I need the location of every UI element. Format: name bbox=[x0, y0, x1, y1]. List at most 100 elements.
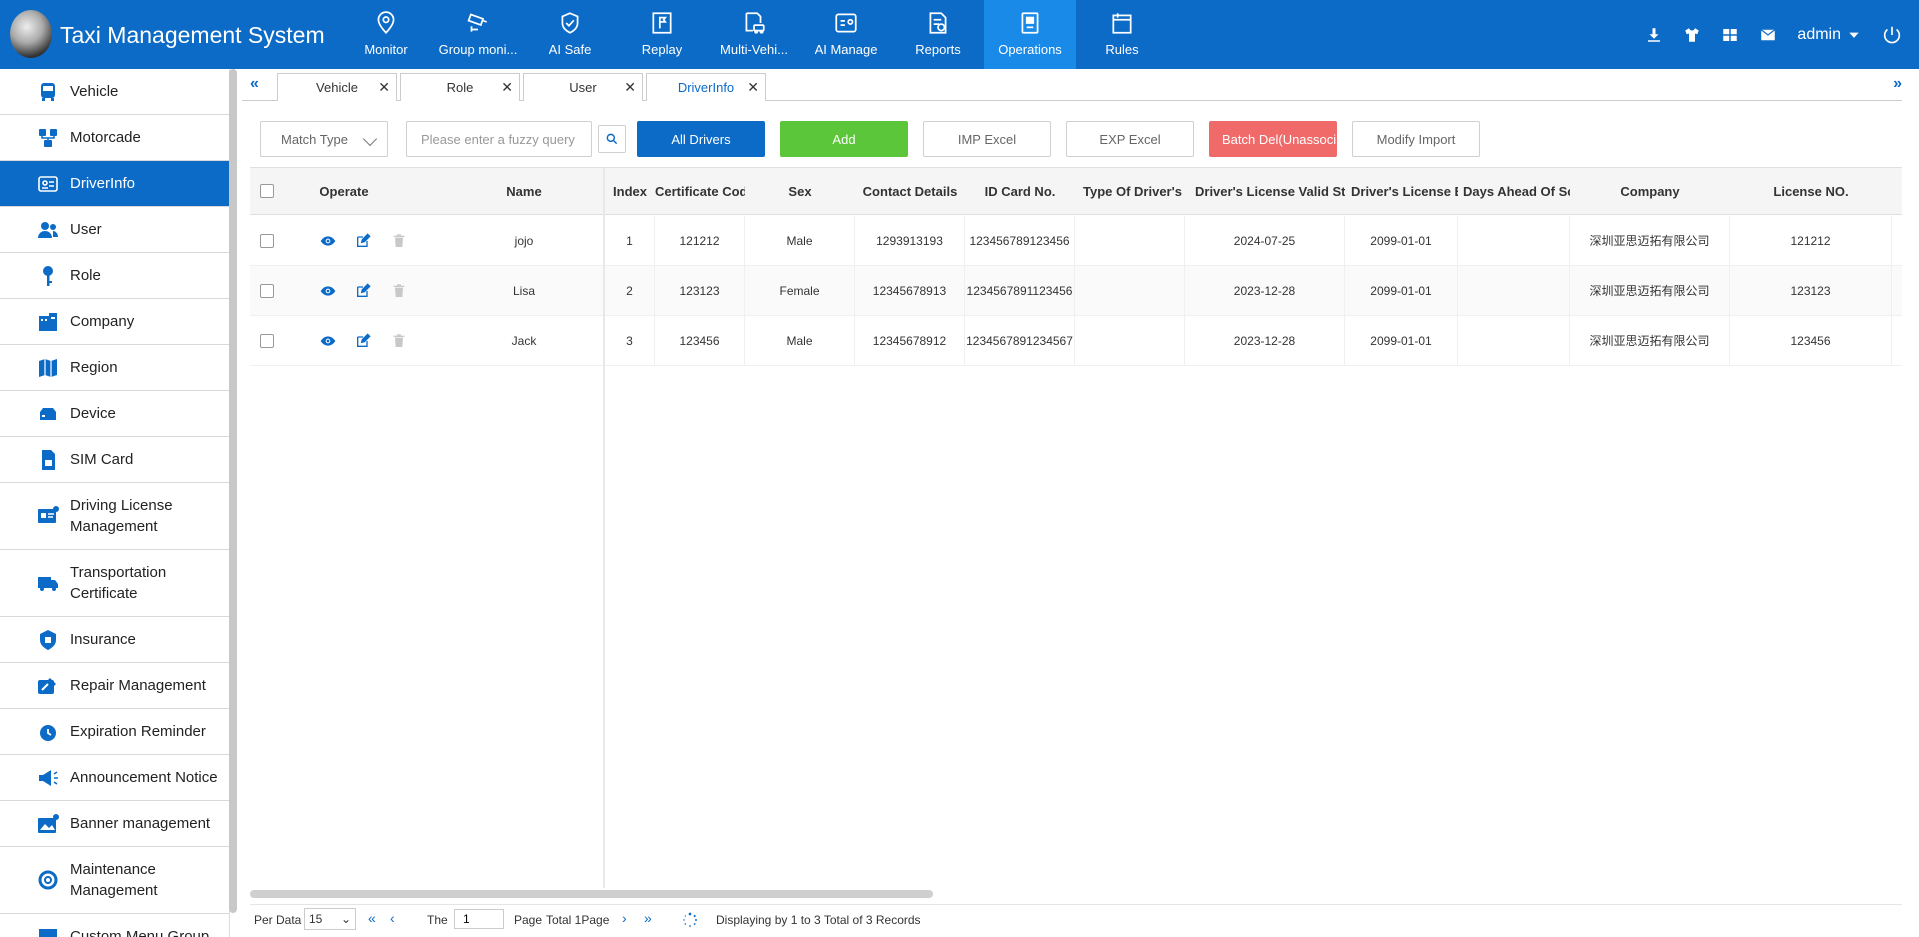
table-horizontal-scrollbar[interactable] bbox=[250, 890, 933, 898]
sidebar-item-role[interactable]: Role bbox=[0, 253, 229, 299]
view-eye-icon[interactable] bbox=[320, 283, 336, 299]
tab-vehicle[interactable]: Vehicle ✕ bbox=[277, 73, 397, 101]
sidebar-item-announcement[interactable]: Announcement Notice bbox=[0, 755, 229, 801]
header-name[interactable]: Name bbox=[444, 168, 604, 215]
close-icon[interactable]: ✕ bbox=[747, 79, 759, 96]
close-icon[interactable]: ✕ bbox=[501, 79, 513, 96]
sidebar-item-company[interactable]: Company bbox=[0, 299, 229, 345]
header-days-ahead[interactable]: Days Ahead Of Schedule bbox=[1458, 168, 1570, 215]
cell-license-type bbox=[1075, 216, 1185, 266]
row-checkbox[interactable] bbox=[260, 284, 274, 298]
close-icon[interactable]: ✕ bbox=[624, 79, 636, 96]
sidebar-item-expiration[interactable]: Expiration Reminder bbox=[0, 709, 229, 755]
header-certificate[interactable]: Certificate Code bbox=[655, 168, 745, 215]
modify-import-button[interactable]: Modify Import bbox=[1352, 121, 1480, 157]
sidebar-item-driverinfo[interactable]: DriverInfo bbox=[0, 161, 229, 207]
select-all-checkbox[interactable] bbox=[260, 184, 274, 198]
close-icon[interactable]: ✕ bbox=[378, 79, 390, 96]
page-size-select[interactable]: 15 ⌄ bbox=[304, 908, 356, 930]
tab-user[interactable]: User ✕ bbox=[523, 73, 643, 101]
view-eye-icon[interactable] bbox=[320, 333, 336, 349]
sidebar-item-maintenance[interactable]: Maintenance Management bbox=[0, 847, 229, 914]
bus-icon bbox=[41, 82, 55, 101]
row-checkbox[interactable] bbox=[260, 334, 274, 348]
header-actions: admin bbox=[1645, 0, 1919, 69]
sidebar-item-label: DriverInfo bbox=[70, 175, 136, 192]
sidebar-item-motorcade[interactable]: Motorcade bbox=[0, 115, 229, 161]
sidebar-item-device[interactable]: Device bbox=[0, 391, 229, 437]
tabs-scroll-left-icon[interactable]: « bbox=[250, 75, 259, 93]
cell-index: 3 bbox=[605, 316, 655, 366]
next-page-icon[interactable]: › bbox=[622, 910, 627, 926]
sidebar-item-repair[interactable]: Repair Management bbox=[0, 663, 229, 709]
last-page-icon[interactable]: » bbox=[644, 910, 652, 926]
edit-icon[interactable] bbox=[355, 233, 371, 249]
sidebar-item-banner[interactable]: Banner management bbox=[0, 801, 229, 847]
sidebar-item-label: SIM Card bbox=[70, 451, 134, 468]
nav-replay[interactable]: Replay bbox=[616, 0, 708, 69]
first-page-icon[interactable]: « bbox=[368, 910, 376, 926]
tabs-scroll-right-icon[interactable]: » bbox=[1893, 75, 1902, 93]
motorcade-icon bbox=[39, 128, 57, 147]
all-drivers-button[interactable]: All Drivers bbox=[637, 121, 765, 157]
row-checkbox[interactable] bbox=[260, 234, 274, 248]
sidebar-item-custom-menu[interactable]: Custom Menu Group bbox=[0, 914, 229, 937]
header-id-card[interactable]: ID Card No. bbox=[965, 168, 1075, 215]
nav-ai-manage[interactable]: AI Manage bbox=[800, 0, 892, 69]
nav-label: Operations bbox=[998, 42, 1062, 57]
match-type-select[interactable]: Match Type bbox=[260, 121, 388, 157]
download-icon[interactable] bbox=[1645, 26, 1663, 44]
header-valid-start[interactable]: Driver's License Valid Start bbox=[1185, 168, 1345, 215]
delete-trash-icon[interactable] bbox=[391, 333, 407, 349]
header-license-end[interactable]: Driver's License End bbox=[1345, 168, 1458, 215]
header-company[interactable]: Company bbox=[1570, 168, 1730, 215]
tab-role[interactable]: Role ✕ bbox=[400, 73, 520, 101]
page-number-input[interactable] bbox=[454, 909, 504, 929]
user-menu[interactable]: admin bbox=[1797, 26, 1841, 44]
layout-grid-icon[interactable] bbox=[1721, 26, 1739, 44]
nav-monitor[interactable]: Monitor bbox=[340, 0, 432, 69]
header-index: Index bbox=[613, 184, 647, 199]
mail-icon[interactable] bbox=[1759, 26, 1777, 44]
tab-driverinfo[interactable]: DriverInfo ✕ bbox=[646, 73, 766, 101]
sidebar-item-insurance[interactable]: Insurance bbox=[0, 617, 229, 663]
chevron-down-icon[interactable] bbox=[1847, 28, 1861, 42]
edit-icon[interactable] bbox=[355, 333, 371, 349]
sidebar-item-vehicle[interactable]: Vehicle bbox=[0, 69, 229, 115]
refresh-icon[interactable] bbox=[682, 912, 698, 928]
header-license-type[interactable]: Type Of Driver's License bbox=[1075, 168, 1185, 215]
sidebar-item-region[interactable]: Region bbox=[0, 345, 229, 391]
header-license-no[interactable]: License NO. bbox=[1730, 168, 1892, 215]
banner-image-icon bbox=[38, 813, 59, 833]
add-button[interactable]: Add bbox=[780, 121, 908, 157]
lifebuoy-icon bbox=[38, 870, 58, 890]
search-input[interactable] bbox=[406, 121, 592, 157]
batch-delete-button[interactable]: Batch Del(Unassociated) bbox=[1209, 121, 1337, 157]
nav-multi-vehicle[interactable]: Multi-Vehi... bbox=[708, 0, 800, 69]
nav-rules[interactable]: Rules bbox=[1076, 0, 1168, 69]
nav-reports[interactable]: Reports bbox=[892, 0, 984, 69]
map-icon bbox=[39, 358, 57, 377]
nav-operations[interactable]: Operations bbox=[984, 0, 1076, 69]
power-icon[interactable] bbox=[1881, 24, 1903, 46]
delete-trash-icon[interactable] bbox=[391, 233, 407, 249]
edit-icon[interactable] bbox=[355, 283, 371, 299]
delete-trash-icon[interactable] bbox=[391, 283, 407, 299]
header-contact[interactable]: Contact Details bbox=[855, 168, 965, 215]
sidebar-item-label: Motorcade bbox=[70, 129, 141, 146]
sidebar-scrollbar[interactable] bbox=[229, 69, 237, 913]
sidebar-item-sim-card[interactable]: SIM Card bbox=[0, 437, 229, 483]
company-icon bbox=[39, 312, 57, 331]
prev-page-icon[interactable]: ‹ bbox=[390, 910, 395, 926]
header-sex[interactable]: Sex bbox=[745, 168, 855, 215]
export-excel-button[interactable]: EXP Excel bbox=[1066, 121, 1194, 157]
search-button[interactable] bbox=[598, 125, 626, 153]
nav-group-monitor[interactable]: Group moni... bbox=[432, 0, 524, 69]
sidebar-item-driving-license[interactable]: Driving License Management bbox=[0, 483, 229, 550]
sidebar-item-user[interactable]: User bbox=[0, 207, 229, 253]
import-excel-button[interactable]: IMP Excel bbox=[923, 121, 1051, 157]
theme-shirt-icon[interactable] bbox=[1683, 26, 1701, 44]
sidebar-item-transport-certificate[interactable]: Transportation Certificate bbox=[0, 550, 229, 617]
nav-ai-safe[interactable]: AI Safe bbox=[524, 0, 616, 69]
view-eye-icon[interactable] bbox=[320, 233, 336, 249]
